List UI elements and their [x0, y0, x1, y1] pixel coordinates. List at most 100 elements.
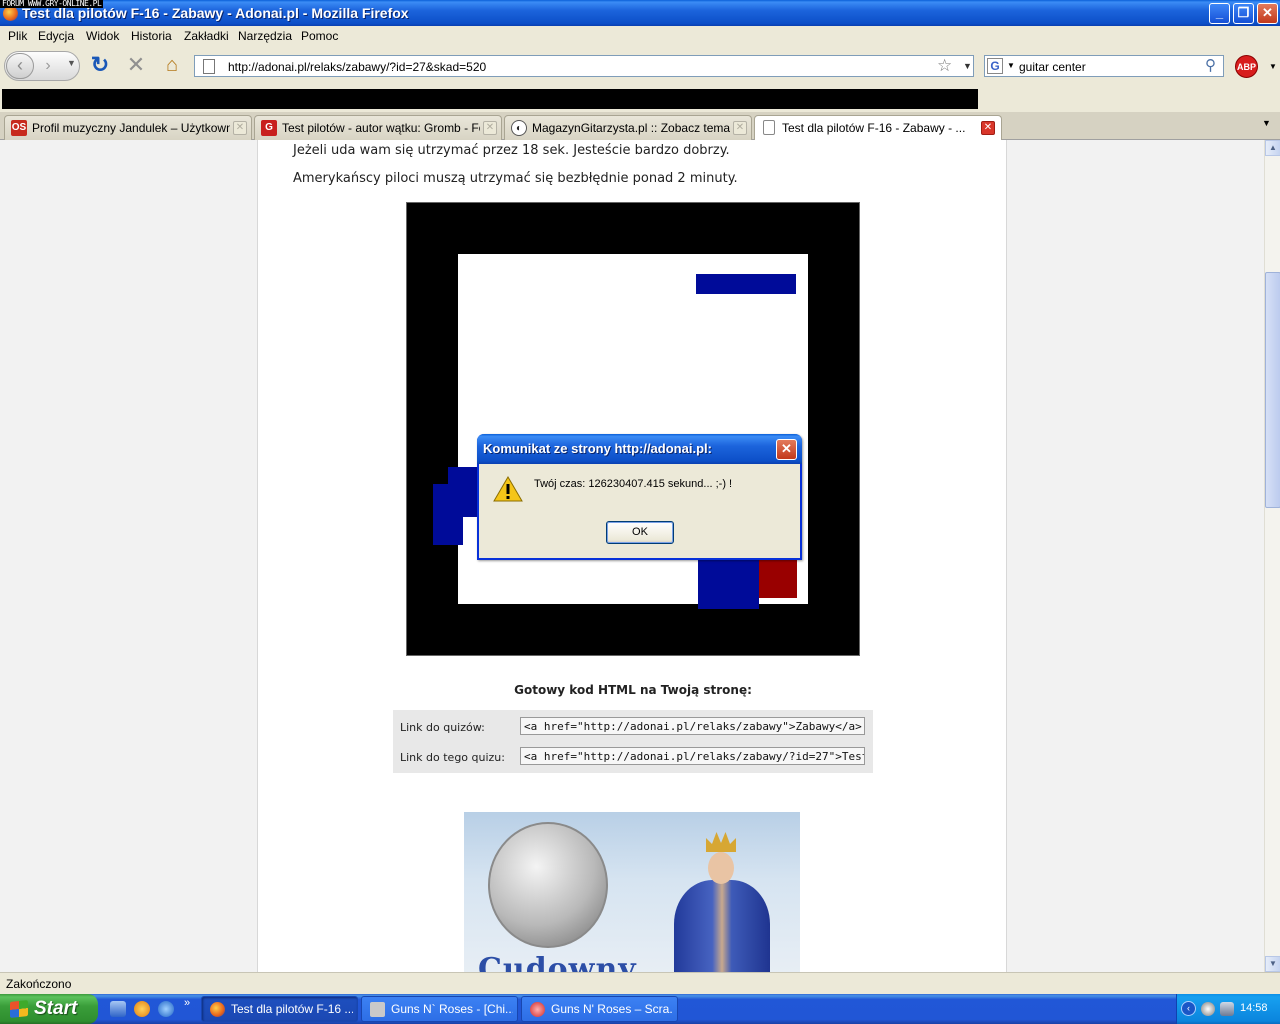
bookmark-star-icon[interactable]: ☆ — [937, 56, 952, 76]
dialog-message: Twój czas: 126230407.415 sekund... ;-) ! — [534, 478, 733, 490]
game-frame[interactable] — [406, 202, 860, 656]
system-tray: ‹ 14:58 — [1176, 994, 1280, 1024]
url-dropdown-icon[interactable]: ▼ — [963, 61, 972, 71]
menu-widok[interactable]: Widok — [86, 29, 119, 43]
tab-bar: OS Profil muzyczny Jandulek – Użytkownic… — [0, 112, 1280, 141]
tab-label: Test dla pilotów F-16 - Zabawy - ... — [782, 121, 966, 135]
tab-close-icon[interactable]: ✕ — [733, 121, 747, 135]
start-button[interactable]: Start — [0, 994, 98, 1024]
adblock-plus-icon[interactable]: ABP — [1235, 55, 1258, 78]
menu-zakladki[interactable]: Zakładki — [184, 29, 229, 43]
enemy-block — [698, 559, 759, 609]
g-favicon-icon: G — [261, 120, 277, 136]
home-icon[interactable]: ⌂ — [160, 54, 184, 78]
html-code-box: Link do quizów: <a href="http://adonai.p… — [393, 710, 873, 773]
scrollbar-thumb[interactable] — [1265, 272, 1280, 508]
scroll-down-icon[interactable]: ▼ — [1265, 956, 1280, 972]
start-label: Start — [34, 998, 78, 1019]
search-engine-dropdown-icon[interactable]: ▼ — [1007, 61, 1015, 70]
taskbar: Start » Test dla pilotów F-16 ... Guns N… — [0, 994, 1280, 1024]
mary-face — [708, 852, 734, 884]
task-label: Guns N' Roses – Scra... — [551, 1002, 673, 1016]
miraculous-medal-banner[interactable]: Cudowny — [464, 812, 800, 972]
google-icon[interactable]: G — [987, 58, 1003, 74]
app-icon — [370, 1002, 385, 1017]
tray-app-icon[interactable] — [1201, 1002, 1215, 1016]
adblock-dropdown-icon[interactable]: ▼ — [1269, 62, 1277, 71]
menu-edycja[interactable]: Edycja — [38, 29, 74, 43]
forward-button[interactable]: › — [37, 55, 59, 77]
windows-logo-icon — [10, 1000, 28, 1018]
medal-image — [488, 822, 608, 948]
reload-icon[interactable]: ↻ — [88, 54, 112, 78]
internet-explorer-icon[interactable] — [158, 1001, 174, 1017]
status-text: Zakończono — [6, 977, 72, 991]
tab-label: Profil muzyczny Jandulek – Użytkownic... — [32, 121, 230, 135]
instruction-text-2: Amerykańscy piloci muszą utrzymać się be… — [293, 171, 738, 186]
close-window-button[interactable]: ✕ — [1257, 3, 1278, 24]
link-quizzes-label: Link do quizów: — [400, 721, 485, 734]
menu-bar: Plik Edycja Widok Historia Zakładki Narz… — [0, 26, 1280, 46]
player-block[interactable] — [759, 560, 797, 598]
status-bar: Zakończono — [0, 972, 1280, 994]
task-guns-n-roses-2[interactable]: Guns N' Roses – Scra... — [521, 996, 678, 1022]
menu-narzedzia[interactable]: Narzędzia — [238, 29, 292, 43]
warning-icon — [493, 476, 523, 502]
tray-expand-icon[interactable]: ‹ — [1181, 1001, 1196, 1016]
dialog-title: Komunikat ze strony http://adonai.pl: — [483, 441, 712, 456]
tab-test-f16-active[interactable]: Test dla pilotów F-16 - Zabawy - ... ✕ — [754, 115, 1002, 141]
search-icon[interactable]: ⚲ — [1205, 56, 1216, 74]
tab-close-icon[interactable]: ✕ — [483, 121, 497, 135]
window-titlebar: Test dla pilotów F-16 - Zabawy - Adonai.… — [0, 0, 1280, 26]
link-this-quiz-label: Link do tego quizu: — [400, 751, 505, 764]
menu-pomoc[interactable]: Pomoc — [301, 29, 338, 43]
crown-icon — [706, 832, 736, 852]
dialog-titlebar[interactable]: Komunikat ze strony http://adonai.pl: ✕ — [477, 434, 802, 464]
enemy-block — [433, 484, 463, 545]
search-input[interactable]: guitar center — [1019, 60, 1086, 74]
url-text[interactable]: http://adonai.pl/relaks/zabawy/?id=27&sk… — [228, 60, 486, 74]
network-icon[interactable] — [1220, 1002, 1234, 1016]
link-quizzes-field[interactable]: <a href="http://adonai.pl/relaks/zabawy"… — [520, 717, 865, 735]
bookmarks-strip — [2, 89, 978, 109]
tab-test-pilotow-forum[interactable]: G Test pilotów - autor wątku: Gromb - Fo… — [254, 115, 502, 140]
scroll-up-icon[interactable]: ▲ — [1265, 140, 1280, 156]
guitar-favicon-icon: ◐ — [511, 120, 527, 136]
tab-close-icon[interactable]: ✕ — [233, 121, 247, 135]
vertical-scrollbar[interactable]: ▲ ▼ — [1264, 140, 1280, 972]
url-bar[interactable]: http://adonai.pl/relaks/zabawy/?id=27&sk… — [194, 55, 974, 77]
tab-label: Test pilotów - autor wątku: Gromb - Fo..… — [282, 121, 480, 135]
back-button[interactable]: ‹ — [6, 53, 34, 79]
tab-label: MagazynGitarzysta.pl :: Zobacz temat ... — [532, 121, 730, 135]
os-favicon-icon: OS — [11, 120, 27, 136]
mary-image — [656, 832, 786, 972]
page-favicon-icon — [763, 120, 775, 135]
search-bar[interactable]: G ▼ guitar center ⚲ — [984, 55, 1224, 77]
task-label: Test dla pilotów F-16 ... — [231, 1002, 353, 1016]
ok-button[interactable]: OK — [606, 521, 674, 544]
banner-title: Cudowny — [478, 952, 637, 972]
task-label: Guns N` Roses - [Chi... — [391, 1002, 513, 1016]
tab-magazyn-gitarzysta[interactable]: ◐ MagazynGitarzysta.pl :: Zobacz temat .… — [504, 115, 752, 140]
restore-button[interactable]: ❐ — [1233, 3, 1254, 24]
link-this-quiz-field[interactable]: <a href="http://adonai.pl/relaks/zabawy/… — [520, 747, 865, 765]
navigation-toolbar: ‹ › ▼ ↻ ✕ ⌂ http://adonai.pl/relaks/zaba… — [0, 46, 1280, 86]
media-player-icon[interactable] — [134, 1001, 150, 1017]
bookmarks-toolbar — [0, 86, 1280, 112]
firefox-icon — [3, 6, 18, 21]
menu-historia[interactable]: Historia — [131, 29, 172, 43]
minimize-button[interactable]: _ — [1209, 3, 1230, 24]
tab-profil-muzyczny[interactable]: OS Profil muzyczny Jandulek – Użytkownic… — [4, 115, 252, 140]
menu-plik[interactable]: Plik — [8, 29, 27, 43]
quicklaunch-more-icon[interactable]: » — [184, 997, 190, 1009]
history-dropdown-icon[interactable]: ▼ — [67, 58, 76, 68]
stop-icon[interactable]: ✕ — [124, 54, 148, 78]
tab-close-icon[interactable]: ✕ — [981, 121, 995, 135]
task-guns-n-roses-1[interactable]: Guns N` Roses - [Chi... — [361, 996, 518, 1022]
lastfm-icon — [530, 1002, 545, 1017]
tab-list-dropdown-icon[interactable]: ▼ — [1262, 118, 1271, 128]
clock: 14:58 — [1240, 1002, 1268, 1014]
show-desktop-icon[interactable] — [110, 1001, 126, 1017]
dialog-close-button[interactable]: ✕ — [776, 439, 797, 460]
task-firefox[interactable]: Test dla pilotów F-16 ... — [201, 996, 358, 1022]
